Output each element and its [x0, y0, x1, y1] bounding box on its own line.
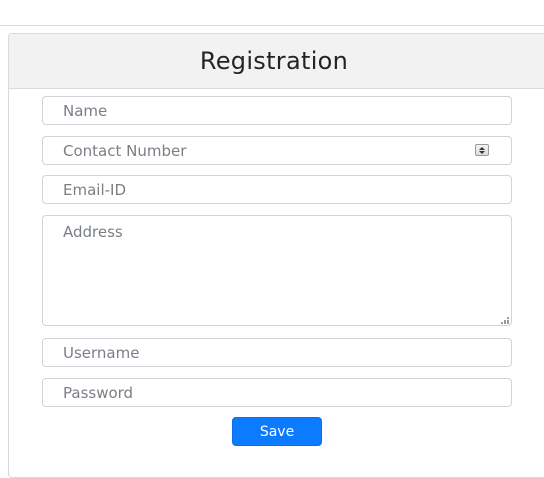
card-header: Registration [9, 34, 544, 89]
spinner-down-icon[interactable] [479, 150, 485, 154]
password-field[interactable] [42, 378, 512, 407]
spinner-up-icon[interactable] [479, 146, 485, 150]
page-title: Registration [199, 47, 349, 75]
address-textarea[interactable] [42, 215, 512, 326]
contact-number-field[interactable] [42, 136, 512, 165]
save-button[interactable]: Save [232, 417, 322, 446]
name-field[interactable] [42, 96, 512, 125]
username-field[interactable] [42, 338, 512, 367]
email-field[interactable] [42, 175, 512, 204]
top-bar [0, 0, 544, 26]
registration-card: Registration Save [8, 33, 544, 478]
resize-grip-icon[interactable] [501, 317, 509, 324]
spinner-arrows-icon[interactable] [475, 144, 489, 156]
